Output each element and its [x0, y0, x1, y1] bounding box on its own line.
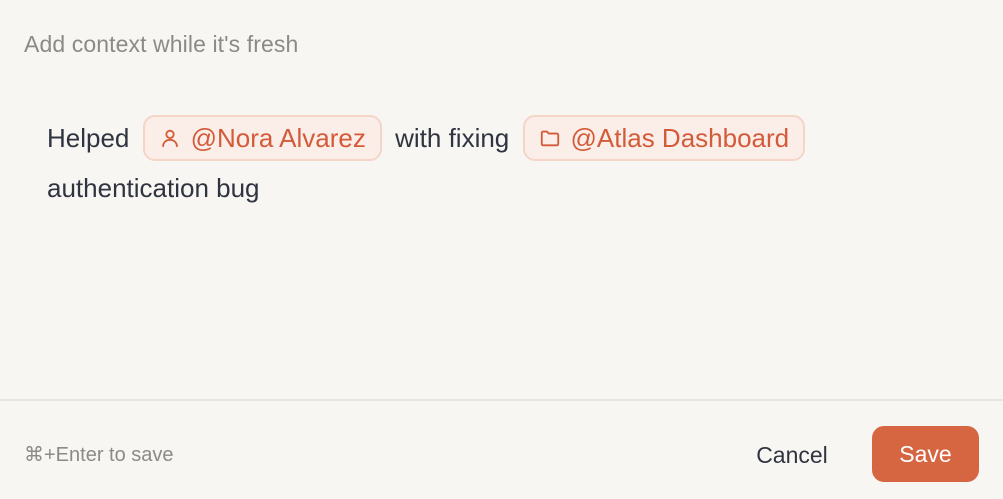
person-icon: [159, 127, 181, 149]
folder-icon: [539, 127, 561, 149]
note-text-segment: authentication bug: [47, 173, 260, 204]
keyboard-shortcut-hint: ⌘+Enter to save: [24, 444, 174, 466]
context-placeholder[interactable]: Add context while it's fresh: [24, 31, 298, 58]
note-editor-panel: Add context while it's fresh Helped @Nor…: [0, 0, 1003, 499]
note-text-segment: with fixing: [395, 123, 510, 154]
save-button[interactable]: Save: [872, 426, 979, 482]
note-text-segment: Helped: [47, 123, 130, 154]
cancel-button[interactable]: Cancel: [736, 428, 848, 482]
footer-divider: [0, 399, 1003, 401]
mention-person-label: @Nora Alvarez: [190, 123, 366, 154]
note-body[interactable]: Helped @Nora Alvarez with fixing @Atlas …: [47, 112, 947, 212]
mention-project-chip[interactable]: @Atlas Dashboard: [522, 115, 806, 162]
mention-person-chip[interactable]: @Nora Alvarez: [142, 115, 382, 162]
mention-project-label: @Atlas Dashboard: [570, 123, 790, 154]
